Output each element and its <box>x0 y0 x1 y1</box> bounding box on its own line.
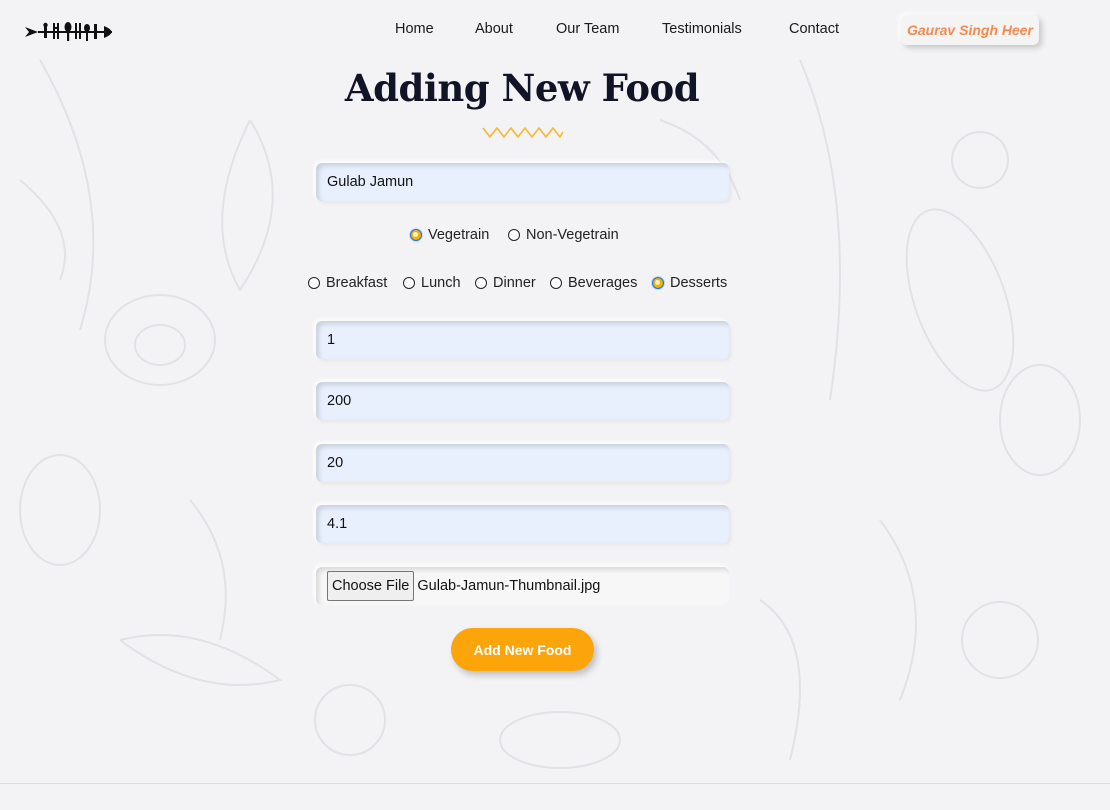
radio-non-vegetarian-label: Non-Vegetrain <box>526 227 619 243</box>
food-name-input[interactable] <box>316 163 729 201</box>
logo-cutlery-icon[interactable] <box>24 19 120 45</box>
meal-category-radio-group: Breakfast Lunch Dinner Beverages Dessert… <box>0 275 1044 295</box>
radio-dinner[interactable]: Dinner <box>475 275 536 291</box>
footer-divider <box>0 783 1110 784</box>
radio-vegetarian[interactable]: Vegetrain <box>410 227 489 243</box>
radio-dinner-label: Dinner <box>493 275 536 291</box>
nav-contact-link[interactable]: Contact <box>789 21 839 37</box>
radio-vegetarian-label: Vegetrain <box>428 227 490 243</box>
selected-file-name: Gulab-Jamun-Thumbnail.jpg <box>417 578 601 594</box>
radio-non-vegetarian[interactable]: Non-Vegetrain <box>508 227 619 243</box>
nav-home-link[interactable]: Home <box>395 21 434 37</box>
nav-testimonials-link[interactable]: Testimonials <box>662 21 742 37</box>
user-profile-badge[interactable]: Gaurav Singh Heer <box>901 15 1039 45</box>
choose-file-button[interactable]: Choose File <box>327 571 415 601</box>
radio-dinner-indicator[interactable] <box>475 277 487 289</box>
price-input[interactable] <box>316 382 729 420</box>
radio-beverages[interactable]: Beverages <box>550 275 637 291</box>
radio-lunch-label: Lunch <box>421 275 461 291</box>
radio-non-vegetarian-indicator[interactable] <box>508 229 520 241</box>
navbar: Home About Our Team Testimonials Contact… <box>0 0 1110 62</box>
radio-breakfast[interactable]: Breakfast <box>308 275 387 291</box>
nav-our-team-link[interactable]: Our Team <box>556 21 619 37</box>
radio-lunch[interactable]: Lunch <box>403 275 461 291</box>
quantity-input[interactable] <box>316 321 729 359</box>
radio-desserts-indicator[interactable] <box>652 277 664 289</box>
radio-beverages-label: Beverages <box>568 275 638 291</box>
radio-breakfast-label: Breakfast <box>326 275 388 291</box>
add-new-food-button[interactable]: Add New Food <box>451 628 594 671</box>
image-file-input: Choose File Gulab-Jamun-Thumbnail.jpg <box>316 567 729 605</box>
radio-desserts[interactable]: Desserts <box>652 275 727 291</box>
radio-vegetarian-indicator[interactable] <box>410 229 422 241</box>
radio-breakfast-indicator[interactable] <box>308 277 320 289</box>
radio-lunch-indicator[interactable] <box>403 277 415 289</box>
radio-beverages-indicator[interactable] <box>550 277 562 289</box>
food-type-radio-group: Vegetrain Non-Vegetrain <box>0 227 1044 247</box>
time-input[interactable] <box>316 444 729 482</box>
rating-input[interactable] <box>316 505 729 543</box>
nav-about-link[interactable]: About <box>475 21 513 37</box>
radio-desserts-label: Desserts <box>670 275 728 291</box>
title-zigzag-divider <box>482 126 564 145</box>
page-title: Adding New Food <box>344 66 700 110</box>
